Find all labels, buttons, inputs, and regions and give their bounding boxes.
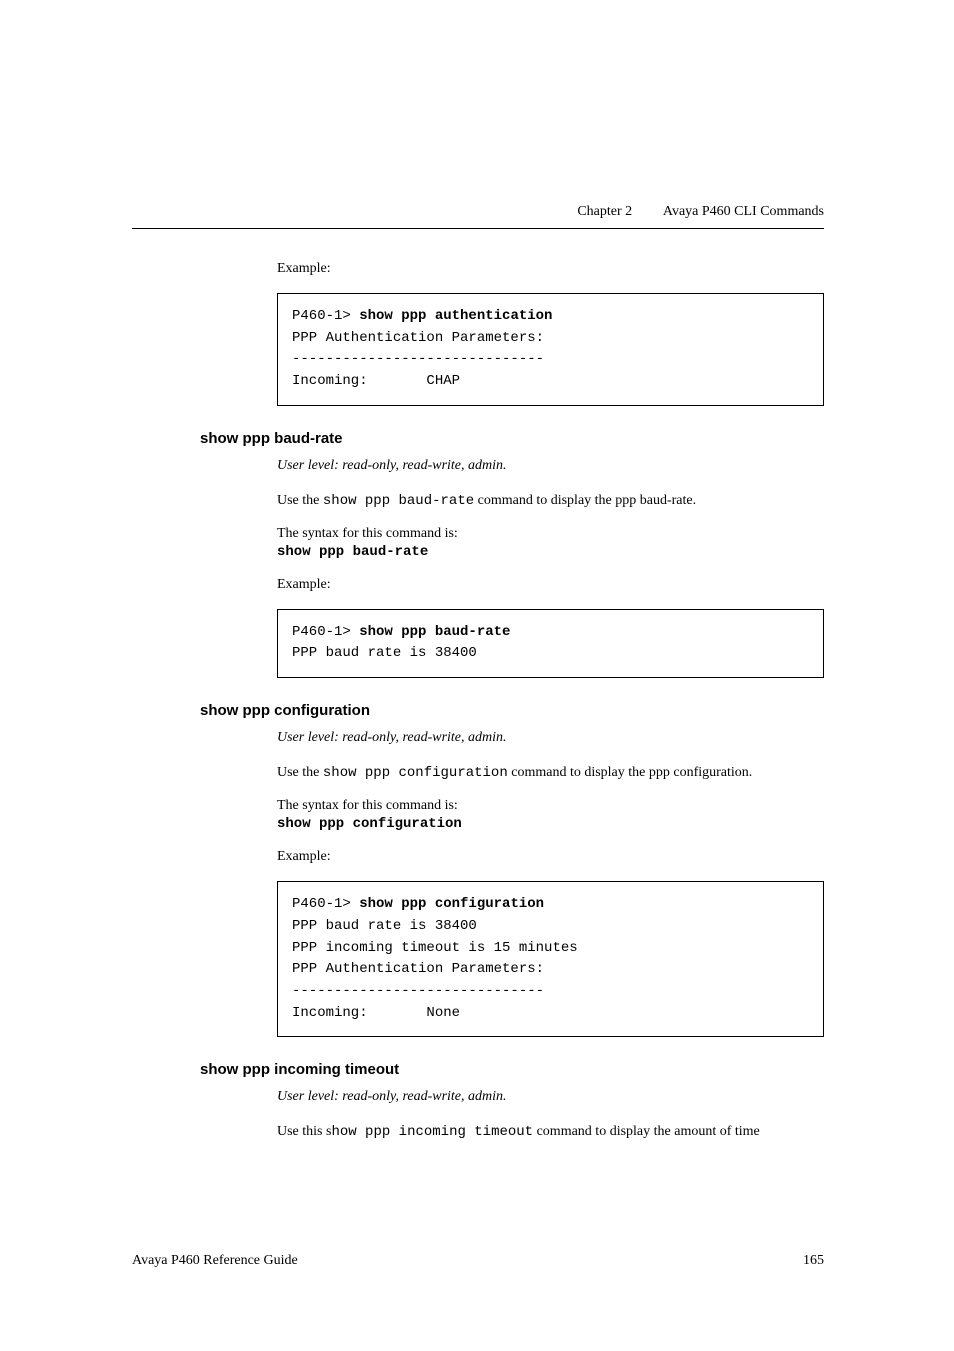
code-block-config: P460-1> show ppp configuration PPP baud … xyxy=(277,881,824,1037)
example-label: Example: xyxy=(277,258,824,279)
syntax-label-baud: The syntax for this command is: xyxy=(277,526,824,542)
code-command: show ppp baud-rate xyxy=(359,624,510,640)
heading-configuration: show ppp configuration xyxy=(200,702,824,719)
description-baud: Use the show ppp baud-rate command to di… xyxy=(277,490,824,512)
syntax-command-config: show ppp configuration xyxy=(277,816,824,832)
syntax-label-config: The syntax for this command is: xyxy=(277,798,824,814)
heading-baud-rate: show ppp baud-rate xyxy=(200,430,824,447)
code-prompt: P460-1> xyxy=(292,896,359,912)
page-number: 165 xyxy=(803,1253,824,1269)
user-level-baud: User level: read-only, read-write, admin… xyxy=(277,455,824,476)
code-block-auth: P460-1> show ppp authentication PPP Auth… xyxy=(277,293,824,406)
user-level-config: User level: read-only, read-write, admin… xyxy=(277,727,824,748)
code-block-baud: P460-1> show ppp baud-rate PPP baud rate… xyxy=(277,609,824,678)
chapter-label: Chapter 2 xyxy=(577,204,632,219)
header-divider xyxy=(132,228,824,229)
footer: Avaya P460 Reference Guide 165 xyxy=(132,1253,824,1269)
heading-incoming-timeout: show ppp incoming timeout xyxy=(200,1061,824,1078)
chapter-header: Chapter 2 Avaya P460 CLI Commands xyxy=(577,204,824,220)
example-label-config: Example: xyxy=(277,846,824,867)
code-output: PPP Authentication Parameters: ---------… xyxy=(292,330,544,389)
footer-doc-title: Avaya P460 Reference Guide xyxy=(132,1253,298,1268)
code-command: show ppp configuration xyxy=(359,896,544,912)
example-label-baud: Example: xyxy=(277,574,824,595)
inline-command: how ppp incoming timeout xyxy=(331,1124,533,1140)
code-command: show ppp authentication xyxy=(359,308,552,324)
chapter-title: Avaya P460 CLI Commands xyxy=(663,204,824,219)
inline-command: show ppp configuration xyxy=(323,765,508,781)
inline-command: show ppp baud-rate xyxy=(323,493,474,509)
description-timeout: Use this show ppp incoming timeout comma… xyxy=(277,1121,824,1143)
user-level-timeout: User level: read-only, read-write, admin… xyxy=(277,1086,824,1107)
syntax-command-baud: show ppp baud-rate xyxy=(277,544,824,560)
code-output: PPP baud rate is 38400 PPP incoming time… xyxy=(292,918,578,1021)
code-prompt: P460-1> xyxy=(292,624,359,640)
code-prompt: P460-1> xyxy=(292,308,359,324)
description-config: Use the show ppp configuration command t… xyxy=(277,762,824,784)
code-output: PPP baud rate is 38400 xyxy=(292,645,477,661)
